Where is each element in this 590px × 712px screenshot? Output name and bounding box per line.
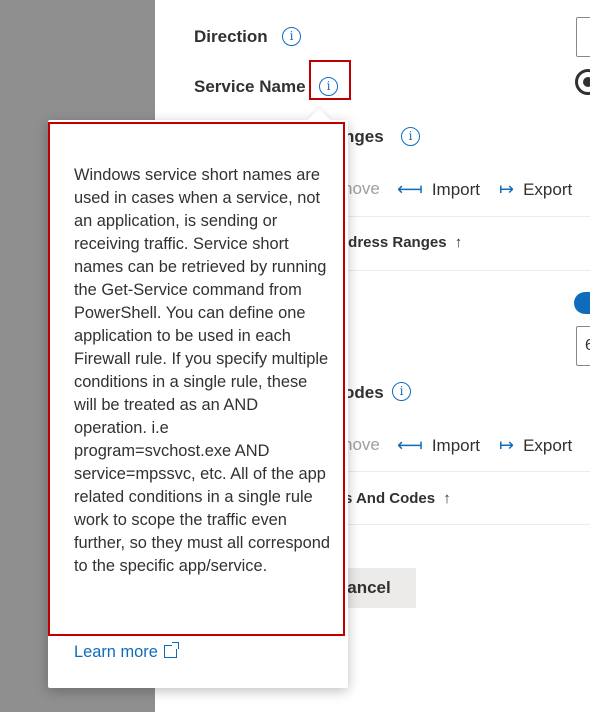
address-ranges-column-header[interactable]: ldress Ranges ↑ xyxy=(344,234,462,251)
divider xyxy=(343,216,590,217)
divider xyxy=(343,524,590,525)
import-icon: ⟻ xyxy=(397,179,423,199)
numeric-input-value: 6 xyxy=(585,337,590,354)
direction-label: Direction xyxy=(194,27,268,46)
import-label-2: Import xyxy=(431,435,480,455)
address-ranges-info-icon[interactable]: i xyxy=(401,127,420,146)
export-label-1: Export xyxy=(523,179,573,199)
address-ranges-label: nges xyxy=(344,127,384,146)
import-command-2[interactable]: ⟻ Import xyxy=(397,435,480,456)
remove-command-1[interactable]: nove xyxy=(343,179,380,199)
numeric-input[interactable]: 6 xyxy=(576,326,590,366)
import-icon: ⟻ xyxy=(397,435,423,455)
divider xyxy=(343,270,590,271)
external-link-icon xyxy=(163,642,179,658)
export-label-2: Export xyxy=(523,435,573,455)
service-name-label: Service Name xyxy=(194,77,306,96)
learn-more-link[interactable]: Learn more xyxy=(74,642,179,662)
divider xyxy=(343,471,590,472)
codes-label: odes xyxy=(344,383,384,402)
remove-label-2: nove xyxy=(343,435,380,454)
service-info-highlight xyxy=(309,60,351,100)
sort-ascending-icon: ↑ xyxy=(443,490,451,507)
enable-toggle[interactable] xyxy=(574,292,590,314)
codes-info-icon[interactable]: i xyxy=(392,382,411,401)
import-command-1[interactable]: ⟻ Import xyxy=(397,179,480,200)
callout-text-highlight xyxy=(48,122,345,636)
column-header-text: s And Codes xyxy=(344,490,436,507)
sort-ascending-icon: ↑ xyxy=(454,234,463,251)
toggle-knob xyxy=(583,77,590,87)
export-command-2[interactable]: ↦ Export xyxy=(499,435,572,456)
export-icon: ↦ xyxy=(499,435,515,455)
import-label-1: Import xyxy=(431,179,480,199)
direction-info-icon[interactable]: i xyxy=(282,27,301,46)
codes-column-header[interactable]: s And Codes ↑ xyxy=(344,490,451,507)
remove-label-1: nove xyxy=(343,179,380,198)
export-command-1[interactable]: ↦ Export xyxy=(499,179,572,200)
learn-more-label: Learn more xyxy=(74,643,158,661)
remove-command-2[interactable]: nove xyxy=(343,435,380,455)
direction-dropdown[interactable] xyxy=(576,17,590,57)
column-header-text: ldress Ranges xyxy=(344,234,447,251)
export-icon: ↦ xyxy=(499,179,515,199)
